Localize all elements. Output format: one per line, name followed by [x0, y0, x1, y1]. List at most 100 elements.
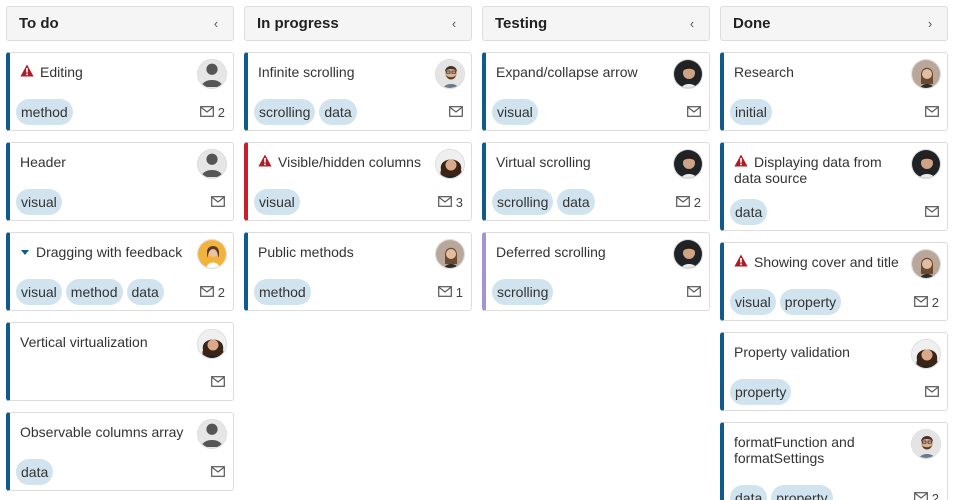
card-header: Showing cover and title: [724, 243, 947, 279]
avatar: [911, 339, 941, 369]
comments-indicator[interactable]: [925, 385, 941, 400]
card-footer: visual 3: [254, 189, 465, 215]
envelope-icon: [687, 105, 701, 120]
warning-icon: [734, 254, 748, 270]
tag-list: data property: [730, 485, 914, 500]
avatar: [435, 149, 465, 179]
card-title-text: Research: [734, 64, 794, 80]
envelope-icon: [675, 195, 690, 210]
avatar: [911, 59, 941, 89]
tag: data: [319, 99, 357, 125]
card-title-text: Displaying data from data source: [734, 154, 882, 186]
card-title: Vertical virtualization: [20, 333, 197, 350]
tag: visual: [730, 289, 776, 315]
avatar: [673, 239, 703, 269]
card-footer: initial: [730, 99, 941, 125]
card-header: Property validation: [724, 333, 947, 369]
comments-indicator[interactable]: [925, 105, 941, 120]
task-card[interactable]: Virtual scrolling scrolling data 2: [482, 142, 710, 221]
card-header: Public methods: [248, 233, 471, 269]
avatar: [911, 149, 941, 179]
column-in-progress: In progress ‹: [244, 6, 472, 41]
comment-count: 2: [693, 194, 701, 210]
card-title: Showing cover and title: [734, 253, 911, 270]
card-footer: property: [730, 379, 941, 405]
comments-indicator[interactable]: [211, 465, 227, 480]
task-card[interactable]: Vertical virtualization: [6, 322, 234, 401]
comments-indicator[interactable]: [687, 105, 703, 120]
task-card[interactable]: Public methods method 1: [244, 232, 472, 311]
card-header: Editing: [10, 53, 233, 89]
comments-indicator[interactable]: [449, 105, 465, 120]
card-title-text: Vertical virtualization: [20, 334, 148, 350]
tag: visual: [254, 189, 300, 215]
task-card[interactable]: Header visual: [6, 142, 234, 221]
task-card[interactable]: Deferred scrolling scrolling: [482, 232, 710, 311]
envelope-icon: [437, 285, 452, 300]
task-card[interactable]: Observable columns array data: [6, 412, 234, 491]
task-card[interactable]: Research initial: [720, 52, 948, 131]
card-title: Research: [734, 63, 911, 80]
comments-indicator[interactable]: 2: [675, 194, 703, 210]
tag: method: [65, 279, 123, 305]
expand-column-icon[interactable]: ›: [923, 16, 937, 31]
tag-list: visual property: [730, 289, 914, 315]
envelope-icon: [211, 465, 225, 480]
task-card[interactable]: Editing method 2: [6, 52, 234, 131]
tag-list: scrolling: [492, 279, 687, 305]
task-card[interactable]: Showing cover and title visual property 2: [720, 242, 948, 321]
comment-count: 2: [931, 490, 939, 500]
card-title: Visible/hidden columns: [258, 153, 435, 170]
comments-indicator[interactable]: 3: [437, 195, 465, 210]
comments-indicator[interactable]: [687, 285, 703, 300]
task-card[interactable]: Displaying data from data source data: [720, 142, 948, 231]
card-footer: method 1: [254, 279, 465, 305]
card-title: Displaying data from data source: [734, 153, 911, 186]
task-card[interactable]: Expand/collapse arrow visual: [482, 52, 710, 131]
column-header: Done ›: [720, 6, 948, 41]
avatar: [197, 239, 227, 269]
task-card[interactable]: Dragging with feedback visual method data 2: [6, 232, 234, 311]
card-title: Editing: [20, 63, 197, 80]
task-card[interactable]: formatFunction and formatSettings data pro…: [720, 422, 948, 500]
caret-down-icon: [20, 244, 30, 260]
task-card[interactable]: Property validation property: [720, 332, 948, 411]
comments-indicator[interactable]: [925, 205, 941, 220]
card-title: Expand/collapse arrow: [496, 63, 673, 80]
envelope-icon: [437, 195, 452, 210]
card-title: Observable columns array: [20, 423, 197, 440]
card-header: Observable columns array: [10, 413, 233, 449]
tag-list: scrolling data: [492, 189, 676, 215]
tag: scrolling: [492, 279, 554, 305]
card-header: Expand/collapse arrow: [486, 53, 709, 89]
comments-indicator[interactable]: [211, 195, 227, 210]
envelope-icon: [913, 491, 928, 500]
column-to-do: To do ‹: [6, 6, 234, 41]
tag: property: [771, 485, 833, 500]
comments-indicator[interactable]: 2: [199, 105, 227, 120]
tag: method: [16, 99, 73, 125]
task-card[interactable]: Infinite scrolling scrolling data: [244, 52, 472, 131]
comments-indicator[interactable]: 1: [437, 285, 465, 300]
comments-indicator[interactable]: [211, 375, 227, 390]
collapse-column-icon[interactable]: ‹: [447, 16, 461, 31]
comments-indicator[interactable]: 2: [199, 285, 227, 300]
task-card[interactable]: Visible/hidden columns visual 3: [244, 142, 472, 221]
card-footer: scrolling data: [254, 99, 465, 125]
card-title: Property validation: [734, 343, 911, 360]
card-footer: [16, 369, 227, 395]
comments-indicator[interactable]: 2: [913, 295, 941, 310]
tag-list: data: [16, 459, 211, 485]
card-header: Header: [10, 143, 233, 179]
card-header: Vertical virtualization: [10, 323, 233, 359]
collapse-column-icon[interactable]: ‹: [685, 16, 699, 31]
card-title-text: formatFunction and formatSettings: [734, 434, 855, 466]
card-header: formatFunction and formatSettings: [724, 423, 947, 466]
warning-icon: [20, 64, 34, 80]
card-footer: method 2: [16, 99, 227, 125]
column-title: Done: [733, 15, 771, 32]
card-title-text: Showing cover and title: [754, 254, 899, 270]
card-footer: visual property 2: [730, 289, 941, 315]
collapse-column-icon[interactable]: ‹: [209, 16, 223, 31]
comments-indicator[interactable]: 2: [913, 490, 941, 500]
